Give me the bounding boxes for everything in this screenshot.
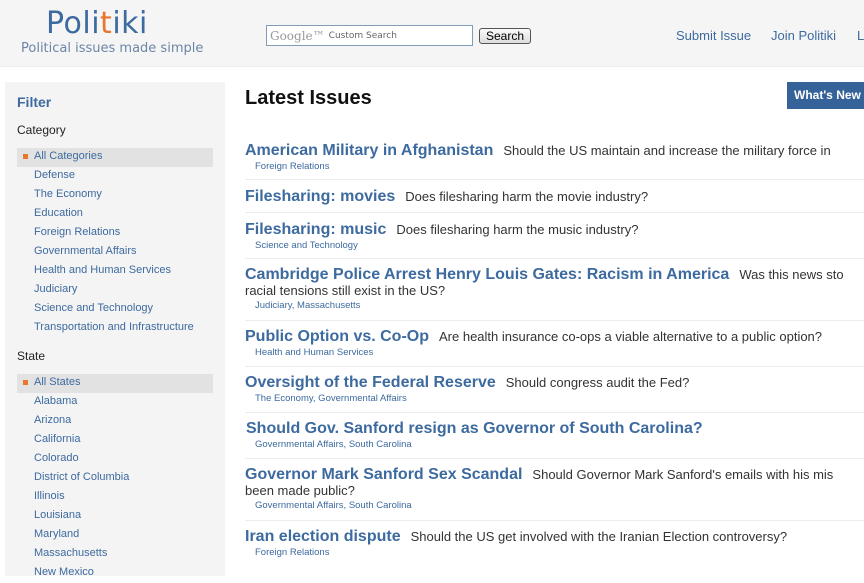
issue-tags[interactable]: Foreign Relations [245, 160, 864, 173]
whats-new-button[interactable]: What's New [787, 82, 864, 109]
issue-divider [245, 366, 864, 367]
issue-question: Should congress audit the Fed? [505, 375, 690, 390]
site-logo[interactable]: Politiki [46, 6, 148, 41]
state-item-illinois[interactable]: Illinois [17, 488, 213, 507]
category-item-judiciary[interactable]: Judiciary [17, 281, 213, 300]
nav-join-politiki-link[interactable]: Join Politiki [771, 28, 836, 43]
issue-question: Does filesharing harm the movie industry… [405, 189, 649, 204]
filter-title: Filter [17, 94, 52, 110]
issue-title-link[interactable]: Governor Mark Sanford Sex Scandal [245, 466, 522, 483]
issue-divider [245, 320, 864, 321]
issue-title-link[interactable]: Public Option vs. Co-Op [245, 328, 429, 345]
issue-question: Does filesharing harm the music industry… [396, 222, 639, 237]
state-item-maryland[interactable]: Maryland [17, 526, 213, 545]
issue-tags[interactable]: Foreign Relations [245, 546, 864, 559]
issue-divider [245, 458, 864, 459]
category-label: Category [17, 123, 66, 137]
state-item-louisiana[interactable]: Louisiana [17, 507, 213, 526]
google-search-brand: Google™ [270, 28, 325, 43]
state-item-dc[interactable]: District of Columbia [17, 469, 213, 488]
issue-tags[interactable]: Judiciary, Massachusetts [245, 299, 864, 312]
search-input[interactable]: Google™ Custom Search [266, 25, 473, 46]
issue-tags[interactable]: Health and Human Services [245, 346, 864, 359]
issue-item: Governor Mark Sanford Sex Scandal Should … [245, 466, 864, 512]
filter-sidebar: Filter Category All Categories Defense T… [5, 82, 225, 578]
category-item-transportation[interactable]: Transportation and Infrastructure [17, 319, 213, 338]
category-item-governmental-affairs[interactable]: Governmental Affairs [17, 243, 213, 262]
issue-title-link[interactable]: Filesharing: music [245, 221, 386, 238]
issue-item: Public Option vs. Co-Op Are health insura… [245, 328, 864, 359]
issue-tags[interactable]: The Economy, Governmental Affairs [245, 392, 864, 405]
category-item-defense[interactable]: Defense [17, 167, 213, 186]
issue-title-link[interactable]: Filesharing: movies [245, 188, 395, 205]
page-title: Latest Issues [245, 87, 372, 109]
state-item-colorado[interactable]: Colorado [17, 450, 213, 469]
state-label: State [17, 349, 46, 363]
issue-title-link[interactable]: Iran election dispute [245, 528, 401, 545]
issue-title-link[interactable]: American Military in Afghanistan [245, 142, 493, 159]
issue-divider [245, 412, 864, 413]
issue-divider [245, 258, 864, 259]
logo-text-part2: t [100, 6, 113, 41]
state-item-massachusetts[interactable]: Massachusetts [17, 545, 213, 564]
issue-title-link[interactable]: Oversight of the Federal Reserve [245, 374, 496, 391]
category-item-economy[interactable]: The Economy [17, 186, 213, 205]
nav-login-link[interactable]: L [857, 28, 864, 43]
state-item-arizona[interactable]: Arizona [17, 412, 213, 431]
issue-question: Was this news sto [739, 267, 844, 282]
category-item-education[interactable]: Education [17, 205, 213, 224]
site-header: Politiki Political issues made simple Go… [0, 0, 864, 67]
issue-question: Are health insurance co-ops a viable alt… [439, 329, 823, 344]
category-item-foreign-relations[interactable]: Foreign Relations [17, 224, 213, 243]
issue-question: Should Governor Mark Sanford's emails wi… [532, 467, 834, 482]
issue-item: Should Gov. Sanford resign as Governor o… [246, 420, 864, 451]
issue-item: Filesharing: movies Does filesharing harm… [245, 188, 864, 206]
issue-divider [245, 520, 864, 521]
issue-tags[interactable]: Governmental Affairs, South Carolina [245, 499, 864, 512]
issue-question-continued: racial tensions still exist in the US? [245, 283, 446, 298]
search-placeholder: Custom Search [328, 30, 397, 41]
logo-text-part3: iki [112, 6, 148, 41]
issue-item: Iran election dispute Should the US get i… [245, 528, 864, 559]
site-tagline: Political issues made simple [21, 41, 204, 56]
state-item-all[interactable]: All States [17, 374, 213, 393]
issue-title-link[interactable]: Should Gov. Sanford resign as Governor o… [246, 420, 703, 437]
nav-submit-issue-link[interactable]: Submit Issue [676, 28, 751, 43]
issue-item: Cambridge Police Arrest Henry Louis Gate… [245, 266, 864, 312]
issue-divider [245, 212, 864, 213]
state-item-new-mexico[interactable]: New Mexico [17, 564, 213, 583]
category-item-all[interactable]: All Categories [17, 148, 213, 167]
search-button[interactable]: Search [479, 28, 531, 44]
issue-item: Oversight of the Federal Reserve Should c… [245, 374, 864, 405]
state-list: All States Alabama Arizona California Co… [17, 374, 213, 583]
issue-tags[interactable]: Science and Technology [245, 239, 864, 252]
issue-question: Should the US maintain and increase the … [503, 143, 831, 158]
issue-item: American Military in Afghanistan Should t… [245, 142, 864, 173]
logo-text-part1: Poli [46, 6, 101, 41]
category-item-health[interactable]: Health and Human Services [17, 262, 213, 281]
category-item-science[interactable]: Science and Technology [17, 300, 213, 319]
issue-tags[interactable]: Governmental Affairs, South Carolina [246, 438, 864, 451]
issue-question-continued: been made public? [245, 483, 355, 498]
issue-title-link[interactable]: Cambridge Police Arrest Henry Louis Gate… [245, 266, 729, 283]
issue-question: Should the US get involved with the Iran… [410, 529, 788, 544]
issue-divider [245, 179, 864, 180]
state-item-alabama[interactable]: Alabama [17, 393, 213, 412]
issue-item: Filesharing: music Does filesharing harm … [245, 221, 864, 252]
category-list: All Categories Defense The Economy Educa… [17, 148, 213, 338]
state-item-california[interactable]: California [17, 431, 213, 450]
